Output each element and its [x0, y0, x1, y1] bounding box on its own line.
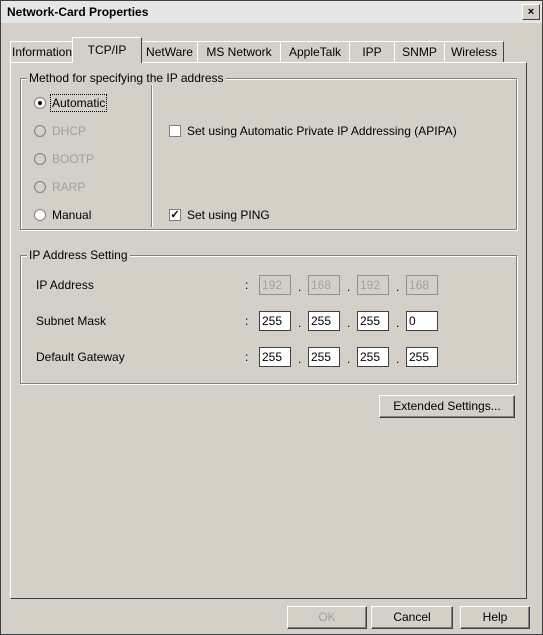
tab-netware[interactable]: NetWare	[141, 41, 198, 62]
radio-manual-label: Manual	[52, 208, 92, 222]
tab-information[interactable]: Information	[10, 41, 74, 62]
default-gateway-octet-2[interactable]: 255	[308, 347, 340, 367]
ip-address-label: IP Address	[36, 278, 94, 292]
tab-ms-network[interactable]: MS Network	[197, 41, 281, 62]
method-group-legend: Method for specifying the IP address	[27, 71, 226, 85]
ok-button[interactable]: OK	[287, 606, 367, 629]
subnet-mask-octet-3[interactable]: 255	[357, 311, 389, 331]
tab-wireless[interactable]: Wireless	[444, 41, 504, 62]
method-group: Method for specifying the IP address Aut…	[20, 71, 517, 230]
ip-address-octet-2[interactable]: 168	[308, 275, 340, 295]
radio-automatic-label: Automatic	[49, 94, 108, 112]
apipa-checkbox-label: Set using Automatic Private IP Addressin…	[187, 124, 457, 138]
tab-ipp[interactable]: IPP	[349, 41, 395, 62]
radio-automatic-indicator	[34, 97, 46, 109]
default-gateway-octet-3[interactable]: 255	[357, 347, 389, 367]
title-bar[interactable]: Network-Card Properties ×	[1, 1, 542, 23]
subnet-mask-dot-3: .	[396, 316, 400, 330]
ip-address-octet-4[interactable]: 168	[406, 275, 438, 295]
radio-rarp-indicator	[34, 181, 46, 193]
radio-dhcp-indicator	[34, 125, 46, 137]
ping-checkbox-label: Set using PING	[187, 208, 270, 222]
close-button[interactable]: ×	[522, 4, 540, 20]
tcp-ip-panel: Method for specifying the IP address Aut…	[10, 62, 527, 599]
default-gateway-octet-1[interactable]: 255	[259, 347, 291, 367]
ip-address-dot-3: .	[396, 280, 400, 294]
help-button[interactable]: Help	[460, 606, 530, 629]
cancel-button[interactable]: Cancel	[371, 606, 453, 629]
ip-address-colon: :	[245, 278, 249, 292]
method-divider	[151, 85, 152, 227]
radio-dhcp-label: DHCP	[52, 124, 87, 138]
ip-address-dot-2: .	[347, 280, 351, 294]
subnet-mask-octet-1[interactable]: 255	[259, 311, 291, 331]
extended-settings-button[interactable]: Extended Settings...	[379, 395, 515, 418]
properties-window: Network-Card Properties × Information TC…	[0, 0, 543, 635]
default-gateway-dot-2: .	[347, 352, 351, 366]
subnet-mask-dot-1: .	[298, 316, 302, 330]
subnet-mask-label: Subnet Mask	[36, 314, 107, 328]
ip-address-octet-1[interactable]: 192	[259, 275, 291, 295]
default-gateway-label: Default Gateway	[36, 350, 125, 364]
window-title: Network-Card Properties	[7, 5, 149, 19]
default-gateway-dot-1: .	[298, 352, 302, 366]
radio-manual-indicator	[34, 209, 46, 221]
ip-address-group: IP Address Setting IP Address : 192 . 16…	[20, 248, 517, 384]
tab-tcp-ip[interactable]: TCP/IP	[72, 37, 142, 63]
default-gateway-dot-3: .	[396, 352, 400, 366]
ping-checkbox-box: ✓	[169, 209, 181, 221]
radio-bootp-label: BOOTP	[52, 152, 95, 166]
ip-address-octet-3[interactable]: 192	[357, 275, 389, 295]
radio-rarp-label: RARP	[52, 180, 86, 194]
default-gateway-colon: :	[245, 350, 249, 364]
default-gateway-octet-4[interactable]: 255	[406, 347, 438, 367]
ip-address-dot-1: .	[298, 280, 302, 294]
subnet-mask-octet-2[interactable]: 255	[308, 311, 340, 331]
subnet-mask-octet-4[interactable]: 0	[406, 311, 438, 331]
tab-snmp[interactable]: SNMP	[394, 41, 445, 62]
apipa-checkbox-box	[169, 125, 181, 137]
ip-group-legend: IP Address Setting	[27, 248, 130, 262]
subnet-mask-colon: :	[245, 314, 249, 328]
tab-appletalk[interactable]: AppleTalk	[280, 41, 350, 62]
subnet-mask-dot-2: .	[347, 316, 351, 330]
radio-bootp-indicator	[34, 153, 46, 165]
